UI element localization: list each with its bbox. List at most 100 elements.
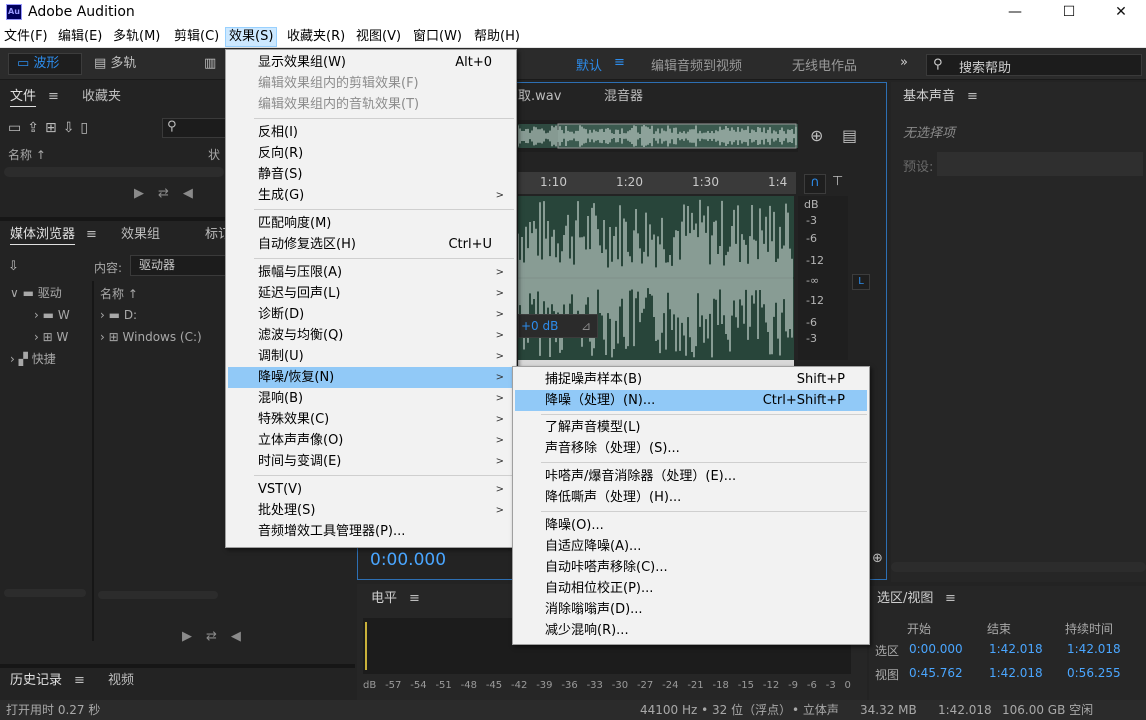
view-duration[interactable]: 0:56.255 [1067, 666, 1121, 680]
waveform-view-button[interactable]: ▭ 波形 [8, 53, 82, 75]
menu-item-capture-noise-print[interactable]: 捕捉噪声样本(B) Shift+P [515, 369, 867, 390]
tree-item-w2[interactable]: › ⊞ W [34, 327, 68, 348]
panel-toggle-icon[interactable]: ▤ [842, 126, 857, 145]
menu-item-reverse[interactable]: 反向(R) [228, 143, 514, 164]
workspace-radio[interactable]: 无线电作品 [792, 55, 857, 74]
tab-files[interactable]: 文件 [10, 84, 36, 110]
tab-mixer[interactable]: 混音器 [604, 84, 643, 110]
selection-end[interactable]: 1:42.018 [989, 642, 1043, 656]
view-end[interactable]: 1:42.018 [989, 666, 1043, 680]
menu-item-noise-reduction-process[interactable]: 降噪（处理）(N)... Ctrl+Shift+P [515, 390, 867, 411]
menu-view[interactable]: 视图(V) [353, 27, 404, 47]
menu-edit[interactable]: 编辑(E) [55, 27, 105, 47]
maximize-icon[interactable]: ☐ [1046, 0, 1092, 24]
tree-item-w1[interactable]: › ▬ W [34, 305, 70, 326]
menu-item-hiss-reduction[interactable]: 降低嘶声（处理）(H)... [515, 487, 867, 508]
workspace-default[interactable]: 默认 [576, 55, 602, 74]
levels-menu-icon[interactable]: ≡ [409, 586, 420, 612]
zoom-in-icon[interactable]: ⊕ [872, 551, 883, 566]
channel-left-toggle[interactable]: L [852, 274, 870, 290]
menu-item-diagnostics[interactable]: 诊断(D) > [228, 304, 514, 325]
menu-item-adaptive-noise[interactable]: 自适应降噪(A)... [515, 536, 867, 557]
menu-item-auto-click-remover[interactable]: 自动咔嗒声移除(C)... [515, 557, 867, 578]
tab-file[interactable]: 取.wav [518, 84, 561, 110]
menu-window[interactable]: 窗口(W) [410, 27, 465, 47]
menu-item-vst[interactable]: VST(V) > [228, 479, 514, 500]
snap-icon[interactable]: ∩ [804, 174, 826, 194]
playback-controls[interactable]: ▶⇄◀ [134, 186, 207, 201]
menu-item-denoise[interactable]: 降噪(O)... [515, 515, 867, 536]
menu-item-match-loudness[interactable]: 匹配响度(M) [228, 213, 514, 234]
menu-item-generate[interactable]: 生成(G) > [228, 185, 514, 206]
menu-item-reduce-reverb[interactable]: 减少混响(R)... [515, 620, 867, 641]
files-search-input[interactable]: ⚲ [162, 118, 228, 138]
menu-item-time-pitch[interactable]: 时间与变调(E) > [228, 451, 514, 472]
menu-clip[interactable]: 剪辑(C) [171, 27, 222, 47]
essential-scrollbar[interactable] [891, 562, 1146, 572]
menu-item-auto-phase[interactable]: 自动相位校正(P)... [515, 578, 867, 599]
media-menu-icon[interactable]: ≡ [86, 222, 97, 248]
tool-icon[interactable]: ▥ [196, 53, 226, 75]
list-scrollbar[interactable] [98, 591, 218, 599]
drive-row-d[interactable]: › ▬ D: [100, 305, 137, 326]
selection-start[interactable]: 0:00.000 [909, 642, 963, 656]
hud-gain[interactable]: +0 dB ⊿ [518, 314, 598, 338]
menu-item-filter-eq[interactable]: 滤波与均衡(Q) > [228, 325, 514, 346]
tab-favorites[interactable]: 收藏夹 [82, 84, 121, 110]
tree-scrollbar[interactable] [4, 589, 86, 597]
overview-strip[interactable] [517, 120, 798, 152]
col-name[interactable]: 名称 ↑ [8, 146, 46, 163]
selection-view-title[interactable]: 选区/视图 [877, 586, 933, 612]
menu-multitrack[interactable]: 多轨(M) [110, 27, 163, 47]
selection-duration[interactable]: 1:42.018 [1067, 642, 1121, 656]
tab-video[interactable]: 视频 [108, 668, 134, 694]
close-icon[interactable]: ✕ [1098, 0, 1144, 24]
menu-item-special[interactable]: 特殊效果(C) > [228, 409, 514, 430]
tab-history[interactable]: 历史记录 [10, 668, 62, 694]
menu-item-noise-reduction[interactable]: 降噪/恢复(N) > [228, 367, 514, 388]
menu-item-auto-heal[interactable]: 自动修复选区(H) Ctrl+U [228, 234, 514, 255]
menu-item-delay-echo[interactable]: 延迟与回声(L) > [228, 283, 514, 304]
menu-item-learn-sound-model[interactable]: 了解声音模型(L) [515, 417, 867, 438]
time-ruler[interactable]: 1:10 1:20 1:30 1:4 [518, 172, 796, 194]
workspace-menu-icon[interactable]: ≡ [614, 55, 625, 70]
menu-item-invert[interactable]: 反相(I) [228, 122, 514, 143]
menu-item-dehummer[interactable]: 消除嗡嗡声(D)... [515, 599, 867, 620]
multitrack-view-button[interactable]: ▤ 多轨 [86, 53, 154, 75]
download-icon[interactable]: ⇩ [8, 259, 19, 274]
menu-item-reverb[interactable]: 混响(B) > [228, 388, 514, 409]
view-start[interactable]: 0:45.762 [909, 666, 963, 680]
levels-title[interactable]: 电平 [371, 586, 397, 612]
content-select[interactable]: 驱动器 [130, 255, 226, 276]
menu-item-silence[interactable]: 静音(S) [228, 164, 514, 185]
pin-icon[interactable]: ⊤ [832, 174, 843, 189]
preset-select[interactable] [937, 152, 1143, 176]
more-workspaces-icon[interactable]: » [900, 55, 908, 70]
workspace-edit-video[interactable]: 编辑音频到视频 [651, 55, 742, 74]
menu-item-sound-remover[interactable]: 声音移除（处理）(S)... [515, 438, 867, 459]
menu-item-amplitude[interactable]: 振幅与压限(A) > [228, 262, 514, 283]
minimize-icon[interactable]: — [992, 0, 1038, 24]
menu-favorites[interactable]: 收藏夹(R) [284, 27, 348, 47]
menu-effects[interactable]: 效果(S) [225, 27, 278, 47]
col-status[interactable]: 状 [208, 146, 220, 163]
menu-item-show-effects-rack[interactable]: 显示效果组(W) Alt+0 [228, 52, 514, 73]
menu-item-modulation[interactable]: 调制(U) > [228, 346, 514, 367]
menu-help[interactable]: 帮助(H) [471, 27, 523, 47]
history-menu-icon[interactable]: ≡ [74, 668, 85, 694]
selection-view-menu-icon[interactable]: ≡ [945, 586, 956, 612]
tree-item-drives[interactable]: ∨ ▬ 驱动 [10, 283, 62, 304]
zoom-icon[interactable]: ⊕ [810, 126, 823, 145]
current-time[interactable]: 0:00.000 [370, 550, 446, 570]
menu-item-batch[interactable]: 批处理(S) > [228, 500, 514, 521]
menu-file[interactable]: 文件(F) [1, 27, 51, 47]
help-search-input[interactable]: ⚲ 搜索帮助 [926, 54, 1142, 76]
tree-item-shortcuts[interactable]: › ▞ 快捷 [10, 349, 56, 370]
playback-controls[interactable]: ▶⇄◀ [182, 629, 255, 644]
drive-row-c[interactable]: › ⊞ Windows (C:) [100, 327, 202, 348]
menu-item-declicker[interactable]: 咔嗒声/爆音消除器（处理）(E)... [515, 466, 867, 487]
tab-effects-rack[interactable]: 效果组 [121, 222, 160, 248]
menu-item-plugin-manager[interactable]: 音频增效工具管理器(P)... [228, 521, 514, 542]
pin-icon[interactable]: ⊿ [581, 315, 597, 337]
files-menu-icon[interactable]: ≡ [48, 84, 59, 110]
